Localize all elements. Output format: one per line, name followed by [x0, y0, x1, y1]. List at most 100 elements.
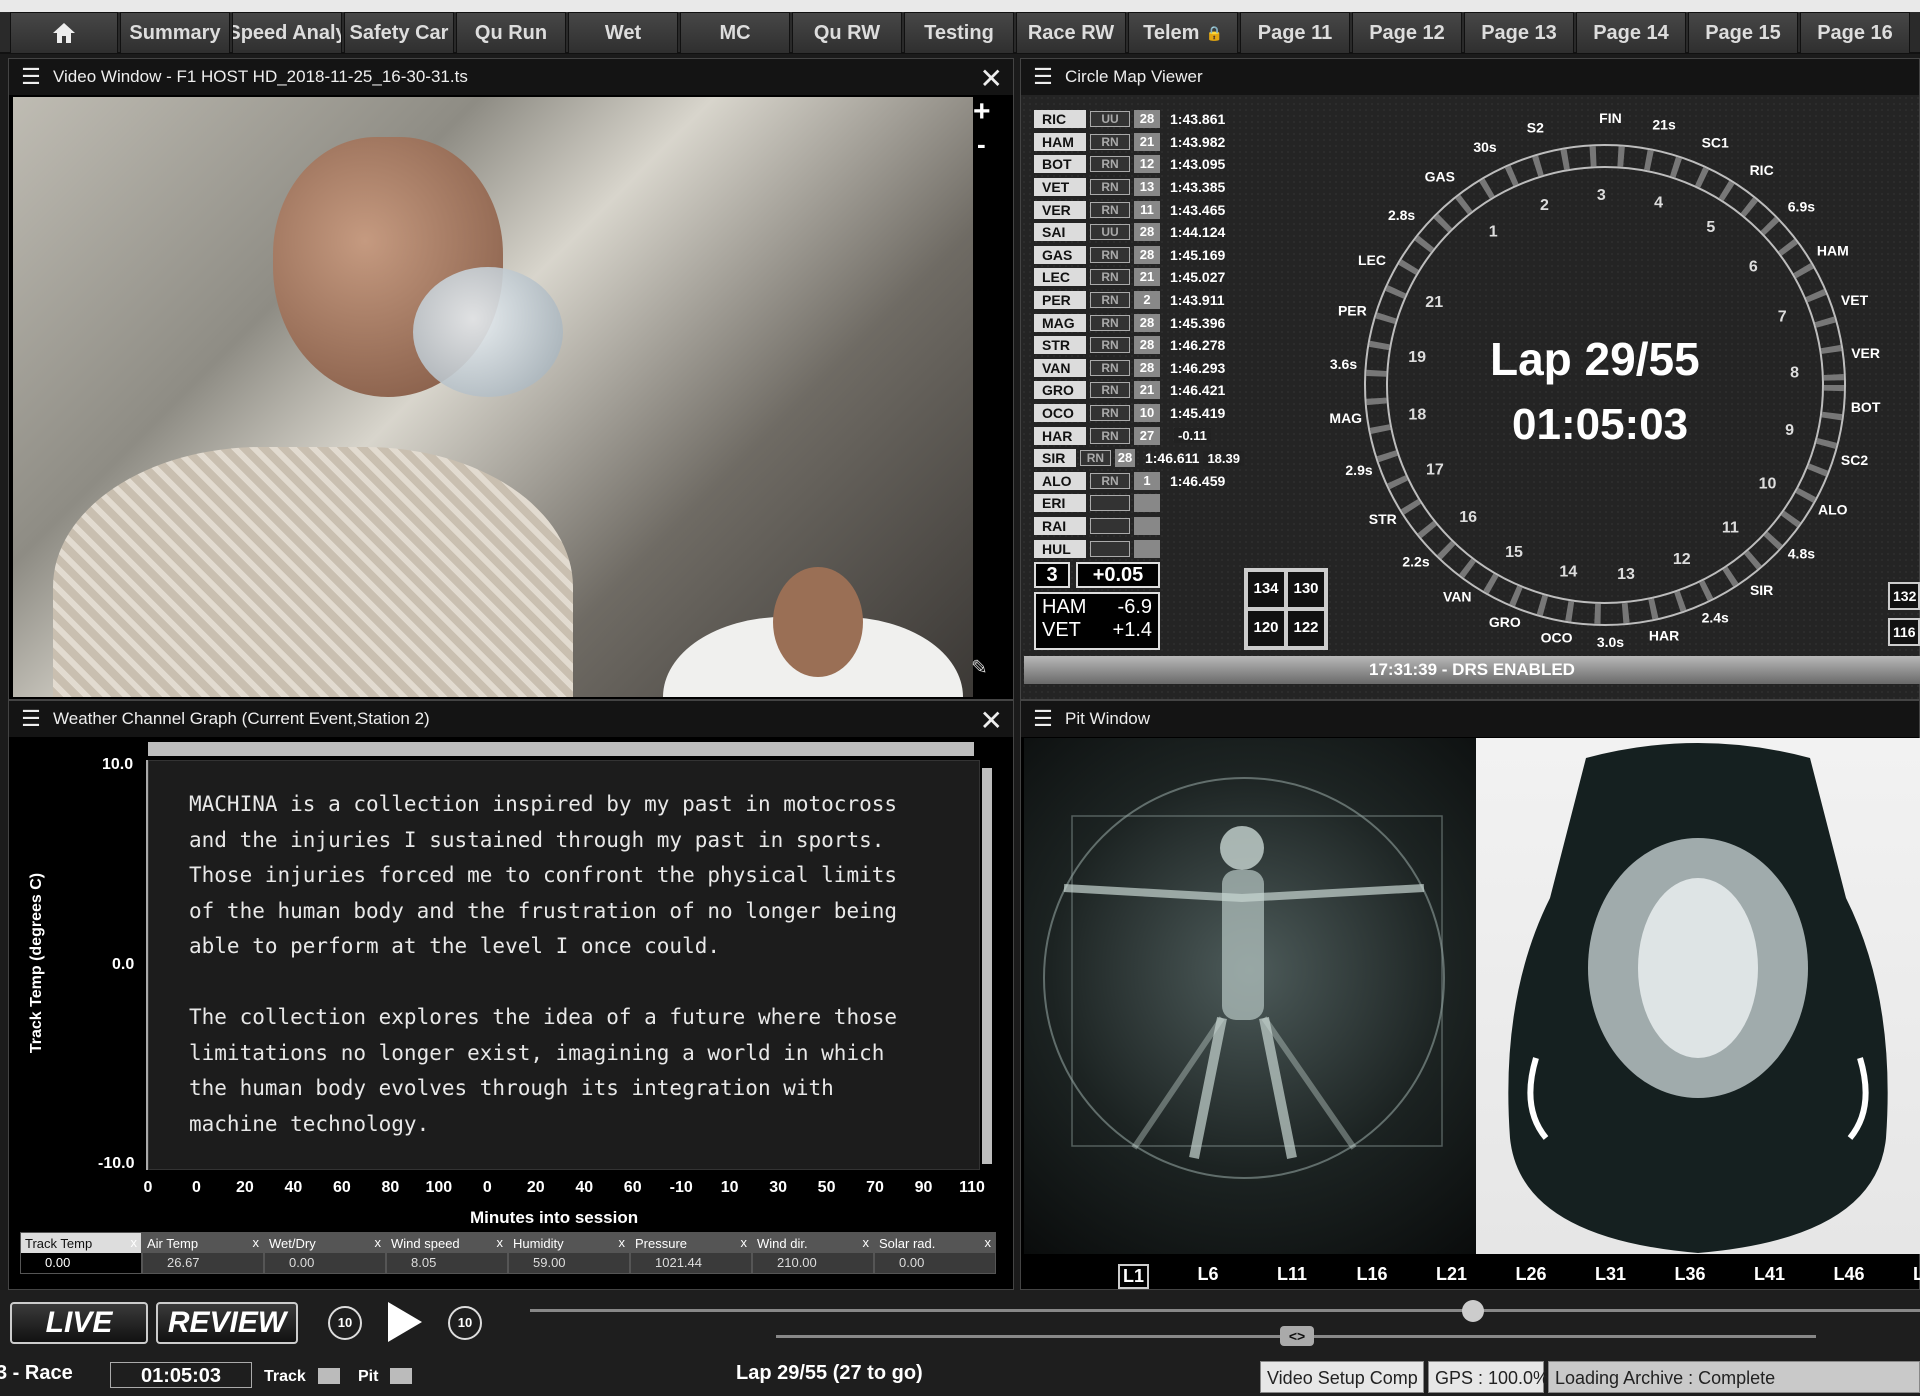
timing-row[interactable]: VAN RN 28 1:46.293: [1034, 357, 1244, 380]
ring-label: 4.8s: [1788, 545, 1815, 561]
tab-mc[interactable]: MC: [680, 12, 790, 54]
tab-page-12[interactable]: Page 12: [1352, 12, 1462, 54]
chart-scrollbar[interactable]: [982, 768, 992, 1164]
lap-count: 10: [1134, 404, 1160, 423]
track-toggle[interactable]: [318, 1368, 340, 1384]
rewind-10-button[interactable]: 10: [328, 1306, 362, 1340]
speed-value: 134: [1248, 572, 1284, 607]
timeline-track[interactable]: [530, 1309, 1920, 1312]
remove-series-button[interactable]: x: [619, 1235, 626, 1250]
timing-row[interactable]: SIR RN 28 1:46.611 18.39: [1034, 447, 1244, 470]
remove-series-button[interactable]: x: [375, 1235, 382, 1250]
x-tick: 0: [143, 1179, 153, 1196]
timing-row[interactable]: VET RN 13 1:43.385: [1034, 176, 1244, 199]
timing-row[interactable]: OCO RN 10 1:45.419: [1034, 402, 1244, 425]
timing-row[interactable]: PER RN 2 1:43.911: [1034, 289, 1244, 312]
lap-tick: L36: [1674, 1264, 1706, 1284]
archive-status: Loading Archive : Complete: [1548, 1361, 1920, 1393]
tab-wet[interactable]: Wet: [568, 12, 678, 54]
tab-telem[interactable]: Telem 🔒: [1128, 12, 1238, 54]
tab-safety-car[interactable]: Safety Car: [344, 12, 454, 54]
tyre-code: RN: [1090, 292, 1130, 309]
ring-label: PER: [1338, 303, 1367, 319]
play-button[interactable]: [388, 1302, 422, 1342]
remove-series-button[interactable]: x: [131, 1235, 138, 1250]
tab-page-16[interactable]: Page 16: [1800, 12, 1910, 54]
gps-status: GPS : 100.0%: [1428, 1361, 1549, 1393]
timing-row[interactable]: STR RN 28 1:46.278: [1034, 334, 1244, 357]
gap-value: -0.11: [1174, 428, 1211, 444]
legend-item[interactable]: Humidity x 59.00: [508, 1232, 630, 1274]
timing-row[interactable]: ERI: [1034, 492, 1244, 515]
legend-item[interactable]: Solar rad. x 0.00: [874, 1232, 996, 1274]
timing-row[interactable]: ALO RN 1 1:46.459: [1034, 470, 1244, 493]
forward-10-button[interactable]: 10: [448, 1306, 482, 1340]
video-panel-header: ☰ Video Window - F1 HOST HD_2018-11-25_1…: [9, 59, 1013, 95]
driver-code: HUL: [1034, 539, 1086, 558]
timing-row[interactable]: MAG RN 28 1:45.396: [1034, 311, 1244, 334]
pit-toggle[interactable]: [390, 1368, 412, 1384]
timeline-thumb[interactable]: [1462, 1300, 1484, 1322]
zoom-in-button[interactable]: +: [973, 95, 991, 129]
menu-icon[interactable]: ☰: [1021, 64, 1065, 90]
tab-page-14[interactable]: Page 14: [1576, 12, 1686, 54]
remove-series-button[interactable]: x: [985, 1235, 992, 1250]
legend-item[interactable]: Wet/Dry x 0.00: [264, 1232, 386, 1274]
tab-qu-rw[interactable]: Qu RW: [792, 12, 902, 54]
timing-row[interactable]: GAS RN 28 1:45.169: [1034, 244, 1244, 267]
live-button[interactable]: LIVE: [10, 1302, 148, 1344]
remove-series-button[interactable]: x: [741, 1235, 748, 1250]
lap-tick: L41: [1754, 1264, 1786, 1284]
chart-top-bar: [148, 742, 974, 756]
legend-item[interactable]: Air Temp x 26.67: [142, 1232, 264, 1274]
close-icon[interactable]: ✕: [980, 62, 1003, 95]
ring-label: SC2: [1841, 452, 1868, 468]
remove-series-button[interactable]: x: [863, 1235, 870, 1250]
timing-row[interactable]: RIC UU 28 1:43.861: [1034, 108, 1244, 131]
remove-series-button[interactable]: x: [253, 1235, 260, 1250]
tyre-code: [1090, 517, 1130, 534]
legend-item[interactable]: Track Temp x 0.00: [20, 1232, 142, 1274]
remove-series-button[interactable]: x: [497, 1235, 504, 1250]
timing-row[interactable]: GRO RN 21 1:46.421: [1034, 379, 1244, 402]
forward-10-label: 10: [457, 1315, 473, 1330]
legend-item[interactable]: Wind speed x 8.05: [386, 1232, 508, 1274]
tab-page-15[interactable]: Page 15: [1688, 12, 1798, 54]
tab-summary[interactable]: Summary: [120, 12, 230, 54]
timing-row[interactable]: SAI UU 28 1:44.124: [1034, 221, 1244, 244]
legend-name: Pressure: [635, 1235, 688, 1251]
lap-time: 1:43.982: [1170, 133, 1226, 150]
timing-row[interactable]: HAR RN 27 -0.11: [1034, 424, 1244, 447]
timing-row[interactable]: VER RN 11 1:43.465: [1034, 198, 1244, 221]
timing-row[interactable]: RAI: [1034, 515, 1244, 538]
driver-code: VAN: [1034, 358, 1086, 377]
tab-testing[interactable]: Testing: [904, 12, 1014, 54]
close-icon[interactable]: ✕: [980, 704, 1003, 737]
zoom-out-button[interactable]: -: [977, 129, 986, 160]
menu-icon[interactable]: ☰: [9, 706, 53, 732]
timing-row[interactable]: BOT RN 12 1:43.095: [1034, 153, 1244, 176]
video-setup-status[interactable]: Video Setup Comp: [1260, 1361, 1424, 1393]
tab-speed-analysis[interactable]: Speed Analy: [232, 12, 342, 54]
tab-page-13[interactable]: Page 13: [1464, 12, 1574, 54]
tab-page-11[interactable]: Page 11: [1240, 12, 1350, 54]
home-tab[interactable]: [10, 12, 118, 54]
lap-time: 1:44.124: [1170, 224, 1226, 241]
range-handle[interactable]: <>: [1280, 1326, 1314, 1346]
ring-label: VER: [1851, 345, 1880, 361]
menu-icon[interactable]: ☰: [1021, 706, 1065, 732]
timing-row[interactable]: HUL: [1034, 537, 1244, 560]
edit-icon[interactable]: ✎: [971, 655, 988, 680]
menu-icon[interactable]: ☰: [9, 64, 53, 90]
tyre-code: RN: [1090, 269, 1130, 286]
tab-qu-run[interactable]: Qu Run: [456, 12, 566, 54]
legend-name-cell: Track Temp x: [21, 1233, 141, 1253]
ring-label: BOT: [1851, 399, 1881, 415]
legend-item[interactable]: Wind dir. x 210.00: [752, 1232, 874, 1274]
review-button[interactable]: REVIEW: [156, 1302, 298, 1344]
timing-row[interactable]: LEC RN 21 1:45.027: [1034, 266, 1244, 289]
tab-race-rw[interactable]: Race RW: [1016, 12, 1126, 54]
y-tick: 0.0: [112, 956, 135, 973]
timing-row[interactable]: HAM RN 21 1:43.982: [1034, 131, 1244, 154]
legend-item[interactable]: Pressure x 1021.44: [630, 1232, 752, 1274]
